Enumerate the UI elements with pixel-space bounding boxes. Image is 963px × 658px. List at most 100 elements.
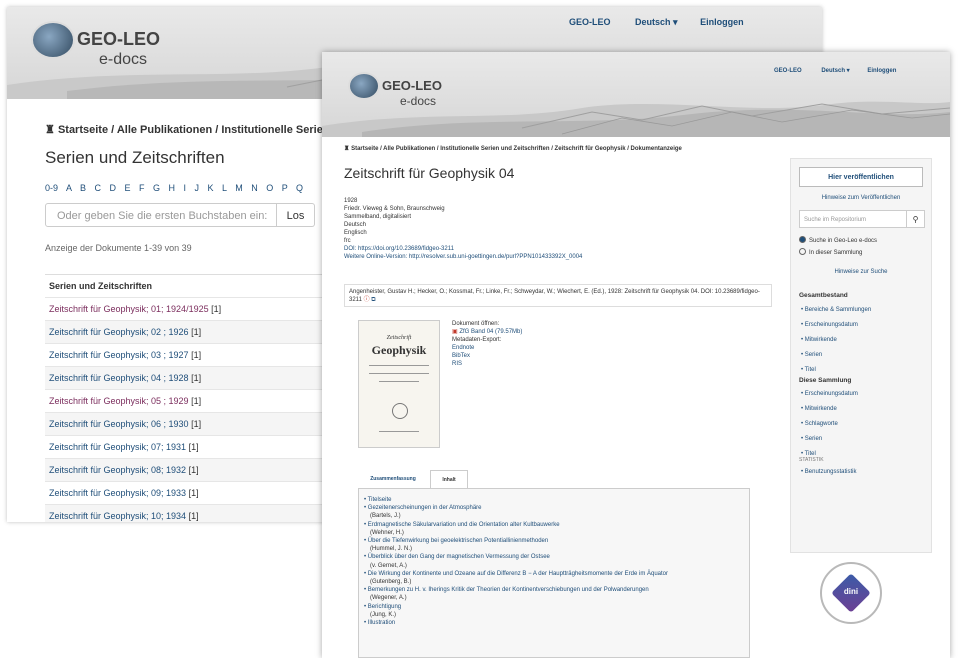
table-row: Zeitschrift für Geophysik; 05 ; 1929 [1] <box>45 389 325 412</box>
radio-selected-icon <box>799 236 806 243</box>
logo-title[interactable]: GEO-LEO <box>382 78 442 93</box>
export-link[interactable]: BibTex <box>452 352 522 360</box>
sidebar-browse-link[interactable]: Serien <box>801 436 822 442</box>
tab-contents[interactable]: Inhalt <box>430 470 468 488</box>
metadata-line: 1928 <box>344 198 358 204</box>
toc-author: (Jung, K.) <box>370 611 397 618</box>
document-thumbnail[interactable]: Zeitschrift Geophysik <box>358 320 440 448</box>
toc-item[interactable]: Die Wirkung der Kontinente und Ozeane au… <box>364 570 744 578</box>
series-link[interactable]: Zeitschrift für Geophysik; 10; 1934 <box>49 511 186 521</box>
sidebar-browse-link[interactable]: Bereiche & Sammlungen <box>801 307 871 313</box>
toc-item[interactable]: Titelseite <box>364 496 744 504</box>
tab-summary[interactable]: Zusammenfassung <box>358 470 428 488</box>
nav-language[interactable]: Deutsch ▾ <box>635 17 678 28</box>
series-link[interactable]: Zeitschrift für Geophysik; 08; 1932 <box>49 465 186 475</box>
copy-icon[interactable]: ⧉ <box>371 297 375 303</box>
table-header: Serien und Zeitschriften <box>45 274 325 297</box>
go-button[interactable]: Los <box>277 203 315 227</box>
publish-button[interactable]: Hier veröffentlichen <box>799 167 923 187</box>
thumb-title-small: Zeitschrift <box>386 335 412 341</box>
toc-item[interactable]: Berichtigung <box>364 603 744 611</box>
nav-geo-leo[interactable]: GEO-LEO <box>569 17 611 27</box>
table-row: Zeitschrift für Geophysik; 02 ; 1926 [1] <box>45 320 325 343</box>
nav-language[interactable]: Deutsch ▾ <box>821 67 849 74</box>
item-count: [1] <box>188 442 199 452</box>
help-icon[interactable]: ⓘ <box>364 297 370 303</box>
item-count: [1] <box>191 419 202 429</box>
nav-geo-leo[interactable]: GEO-LEO <box>774 68 802 74</box>
page-title: Serien und Zeitschriften <box>45 148 225 167</box>
toc-author: (Hummel, J. N.) <box>370 546 412 553</box>
sidebar-browse-link[interactable]: Serien <box>801 352 822 358</box>
home-icon[interactable]: ♜ <box>344 146 349 152</box>
item-count: [1] <box>188 465 199 475</box>
section-all-items: Gesamtbestand <box>799 292 848 299</box>
toc-author: (Wehner, H.) <box>370 529 404 536</box>
table-of-contents: TitelseiteGezeitenerscheinungen in der A… <box>358 488 750 658</box>
radio-all[interactable]: Suche in Geo-Leo e-docs <box>799 236 877 244</box>
toc-item[interactable]: Über die Tiefenwirkung bei geoelektrisch… <box>364 537 744 545</box>
radio-collection[interactable]: In dieser Sammlung <box>799 248 862 256</box>
item-title: Zeitschrift für Geophysik 04 <box>344 165 515 181</box>
series-link[interactable]: Zeitschrift für Geophysik; 04 ; 1928 <box>49 373 189 383</box>
search-hint-link[interactable]: Hinweise zur Suche <box>791 269 931 275</box>
export-link[interactable]: RIS <box>452 360 522 368</box>
toc-author: (Gutenberg, B.) <box>370 579 412 586</box>
sidebar-browse-link[interactable]: Mitwirkende <box>801 337 837 343</box>
toc-author: (Bartels, J.) <box>370 513 401 520</box>
table-row: Zeitschrift für Geophysik; 01; 1924/1925… <box>45 297 325 320</box>
sidebar: Hier veröffentlichen Hinweise zum Veröff… <box>790 158 932 553</box>
starts-with-input[interactable]: Oder geben Sie die ersten Buchstaben ein… <box>45 203 277 227</box>
series-link[interactable]: Zeitschrift für Geophysik; 05 ; 1929 <box>49 396 189 406</box>
metadata-line: Englisch <box>344 230 367 236</box>
logo-globe-icon <box>31 21 75 59</box>
document-links: Dokument öffnen: ▣ ZfG Band 04 (79.57Mb)… <box>452 320 522 368</box>
series-link[interactable]: Zeitschrift für Geophysik; 06 ; 1930 <box>49 419 189 429</box>
sidebar-browse-link[interactable]: Erscheinungsdatum <box>801 391 858 397</box>
series-link[interactable]: Zeitschrift für Geophysik; 02 ; 1926 <box>49 327 189 337</box>
table-row: Zeitschrift für Geophysik; 10; 1934 [1] <box>45 504 325 522</box>
logo-subtitle: e-docs <box>400 94 437 108</box>
toc-item[interactable]: Bemerkungen zu H. v. Iherings Kritik der… <box>364 586 744 594</box>
metadata-line[interactable]: DOI: https://doi.org/10.23689/fidgeo-321… <box>344 245 582 253</box>
series-table: Serien und Zeitschriften Zeitschrift für… <box>45 274 325 522</box>
metadata-line: frc <box>344 238 351 244</box>
item-metadata: 1928 Friedr. Vieweg & Sohn, Braunschweig S… <box>344 197 582 261</box>
dini-label: dini <box>843 587 859 596</box>
sidebar-browse-link[interactable]: Mitwirkende <box>801 406 837 412</box>
sidebar-browse-link[interactable]: Titel <box>801 367 816 373</box>
toc-item[interactable]: Illustration <box>364 619 744 627</box>
result-count: Anzeige der Dokumente 1-39 von 39 <box>45 243 192 253</box>
toc-item[interactable]: Gezeitenerscheinungen in der Atmosphäre <box>364 504 744 512</box>
nav-login[interactable]: Einloggen <box>700 17 744 27</box>
logo-title[interactable]: GEO-LEO <box>77 29 160 50</box>
item-count: [1] <box>191 396 202 406</box>
alphabet-filter[interactable]: 0-9 A B C D E F G H I J K L M N O P Q <box>45 183 303 193</box>
thumb-line <box>379 431 419 432</box>
series-link[interactable]: Zeitschrift für Geophysik; 09; 1933 <box>49 488 186 498</box>
header-banner: GEO-LEO e-docs GEO-LEO Deutsch ▾ Einlogg… <box>322 52 950 137</box>
pdf-icon: ▣ <box>452 329 458 335</box>
repository-search-input[interactable]: Suche im Repositorium <box>799 210 907 228</box>
series-link[interactable]: Zeitschrift für Geophysik; 03 ; 1927 <box>49 350 189 360</box>
metadata-line[interactable]: Weitere Online-Version: http://resolver.… <box>344 253 582 261</box>
metadata-export-label: Metadaten-Export: <box>452 337 502 343</box>
metadata-line: Sammelband, digitalisiert <box>344 214 412 220</box>
sidebar-browse-link[interactable]: Erscheinungsdatum <box>801 322 858 328</box>
toc-item[interactable]: Überblick über den Gang der magnetischen… <box>364 553 744 561</box>
usage-statistics-link[interactable]: Benutzungsstatistik <box>801 469 857 475</box>
export-link[interactable]: Endnote <box>452 344 522 352</box>
pdf-file-link[interactable]: ZfG Band 04 (79.57Mb) <box>459 329 522 335</box>
series-link[interactable]: Zeitschrift für Geophysik; 01; 1924/1925 <box>49 304 209 314</box>
series-link[interactable]: Zeitschrift für Geophysik; 07; 1931 <box>49 442 186 452</box>
search-icon[interactable]: ⚲ <box>907 210 925 228</box>
thumb-emblem <box>392 403 408 419</box>
section-this-collection: Diese Sammlung <box>799 377 852 384</box>
home-icon[interactable]: ♜ <box>45 124 55 136</box>
toc-item[interactable]: Erdmagnetische Säkularvariation und die … <box>364 521 744 529</box>
item-count: [1] <box>191 373 202 383</box>
sidebar-browse-link[interactable]: Schlagworte <box>801 421 838 427</box>
dini-certificate-badge[interactable]: dini <box>820 562 882 624</box>
publish-hint-link[interactable]: Hinweise zum Veröffentlichen <box>791 195 931 201</box>
nav-login[interactable]: Einloggen <box>867 68 896 74</box>
